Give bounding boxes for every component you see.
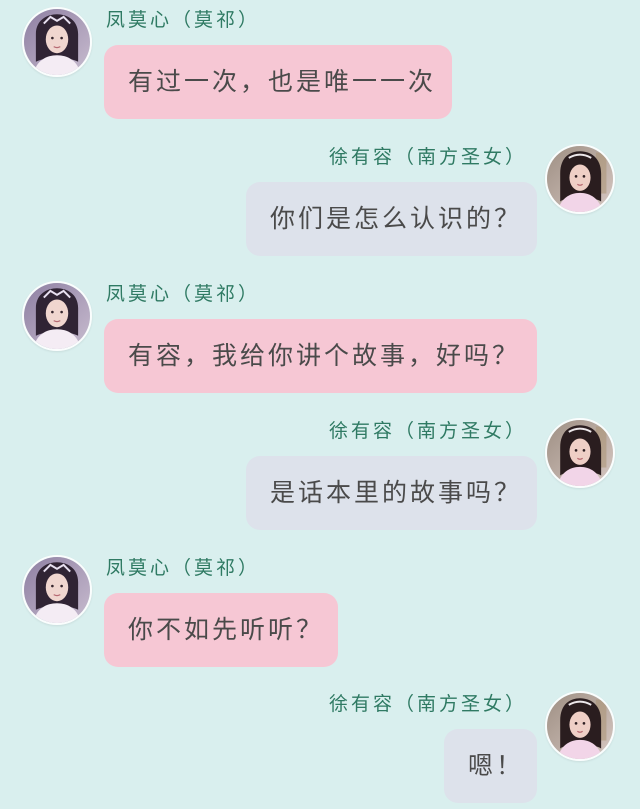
sender-name: 凤莫心（莫祁） <box>106 283 261 305</box>
message-bubble[interactable]: 有过一次，也是唯一一次 <box>104 45 452 119</box>
right-avatar-icon[interactable] <box>545 144 615 214</box>
sender-name: 徐有容（南方圣女） <box>328 420 527 442</box>
left-avatar-icon[interactable] <box>22 7 92 77</box>
chat-screen: 凤莫心（莫祁） 有过一次，也是唯一一次 徐有容（南方圣女） 你们是怎么认识的？ … <box>0 0 640 809</box>
message-bubble[interactable]: 嗯！ <box>444 729 537 803</box>
sender-name: 凤莫心（莫祁） <box>106 9 261 31</box>
message-bubble[interactable]: 是话本里的故事吗？ <box>246 456 537 530</box>
sender-name: 徐有容（南方圣女） <box>328 146 527 168</box>
chat-message-right-2: 徐有容（南方圣女） 是话本里的故事吗？ <box>0 411 640 531</box>
right-avatar-icon[interactable] <box>545 418 615 488</box>
chat-message-left-1: 凤莫心（莫祁） 有过一次，也是唯一一次 <box>0 0 640 120</box>
message-bubble[interactable]: 你不如先听听？ <box>104 593 338 667</box>
chat-message-right-3: 徐有容（南方圣女） 嗯！ <box>0 684 640 804</box>
chat-message-right-1: 徐有容（南方圣女） 你们是怎么认识的？ <box>0 137 640 257</box>
message-bubble[interactable]: 有容，我给你讲个故事，好吗？ <box>104 319 537 393</box>
sender-name: 徐有容（南方圣女） <box>328 693 527 715</box>
right-avatar-icon[interactable] <box>545 691 615 761</box>
left-avatar-icon[interactable] <box>22 555 92 625</box>
sender-name: 凤莫心（莫祁） <box>106 557 261 579</box>
chat-message-left-3: 凤莫心（莫祁） 你不如先听听？ <box>0 548 640 668</box>
message-bubble[interactable]: 你们是怎么认识的？ <box>246 182 537 256</box>
left-avatar-icon[interactable] <box>22 281 92 351</box>
chat-message-left-2: 凤莫心（莫祁） 有容，我给你讲个故事，好吗？ <box>0 274 640 394</box>
